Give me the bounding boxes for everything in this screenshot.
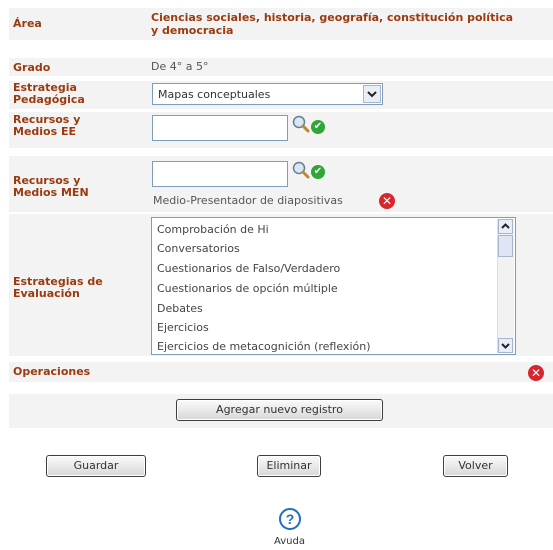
operaciones-row: Operaciones ✕ <box>9 362 553 382</box>
recursos-men-label-line2: Medios MEN <box>13 186 89 199</box>
list-item[interactable]: Ejercicios <box>157 321 209 334</box>
search-icon[interactable] <box>291 114 311 134</box>
grado-label: Grado <box>13 61 51 74</box>
list-item[interactable]: Comprobación de Hi <box>157 223 269 236</box>
recursos-ee-row: Recursos y Medios EE ✔ <box>9 112 553 148</box>
confirm-icon[interactable]: ✔ <box>311 165 325 179</box>
scroll-down-icon[interactable] <box>498 338 513 353</box>
area-row: Área Ciencias sociales, historia, geogra… <box>9 8 553 40</box>
recursos-men-row: Recursos y Medios MEN ✔ Medio-Presentado… <box>9 156 553 212</box>
estrategia-selected-value: Mapas conceptuales <box>158 88 271 101</box>
grado-value: De 4° a 5° <box>151 60 209 73</box>
svg-text:?: ? <box>286 511 295 527</box>
remove-icon[interactable]: ✕ <box>379 193 395 209</box>
estrategia-select[interactable]: Mapas conceptuales <box>152 83 383 105</box>
recursos-ee-input[interactable] <box>152 115 288 141</box>
back-button[interactable]: Volver <box>443 455 508 477</box>
list-item[interactable]: Ejercicios de metacognición (reflexión) <box>157 340 371 353</box>
area-value-line1: Ciencias sociales, historia, geografía, … <box>151 11 514 24</box>
evaluacion-row: Estrategias de Evaluación Comprobación d… <box>9 214 553 356</box>
grado-row: Grado De 4° a 5° <box>9 58 553 76</box>
chevron-down-icon[interactable] <box>363 85 381 103</box>
area-label: Área <box>13 17 42 30</box>
recursos-ee-label-line2: Medios EE <box>13 125 77 138</box>
help-link[interactable]: ? Avuda <box>270 507 310 549</box>
list-item[interactable]: Cuestionarios de opción múltiple <box>157 282 338 295</box>
operaciones-label: Operaciones <box>13 365 91 378</box>
list-item[interactable]: Conversatorios <box>157 242 240 255</box>
recursos-men-item: Medio-Presentador de diapositivas <box>153 194 343 207</box>
scroll-thumb[interactable] <box>498 235 513 257</box>
help-icon[interactable]: ? <box>278 507 302 534</box>
search-icon[interactable] <box>291 160 311 180</box>
area-value-line2: y democracia <box>151 24 234 37</box>
scroll-up-icon[interactable] <box>498 219 513 234</box>
add-row: Agregar nuevo registro <box>9 394 553 428</box>
confirm-icon[interactable]: ✔ <box>311 120 325 134</box>
evaluacion-label-line2: Evaluación <box>13 287 80 300</box>
recursos-men-input[interactable] <box>152 161 288 187</box>
save-button[interactable]: Guardar <box>46 455 146 477</box>
help-label[interactable]: Avuda <box>274 536 305 547</box>
list-item[interactable]: Cuestionarios de Falso/Verdadero <box>157 262 340 275</box>
evaluacion-listbox[interactable]: Comprobación de Hi Conversatorios Cuesti… <box>151 217 516 355</box>
estrategia-label-line2: Pedagógica <box>13 93 85 106</box>
list-item[interactable]: Debates <box>157 302 203 315</box>
estrategia-row: Estrategia Pedagógica Mapas conceptuales <box>9 81 553 109</box>
listbox-scrollbar[interactable] <box>497 219 514 353</box>
remove-icon[interactable]: ✕ <box>528 365 544 381</box>
add-record-button[interactable]: Agregar nuevo registro <box>176 399 383 421</box>
delete-button[interactable]: Eliminar <box>257 455 321 477</box>
